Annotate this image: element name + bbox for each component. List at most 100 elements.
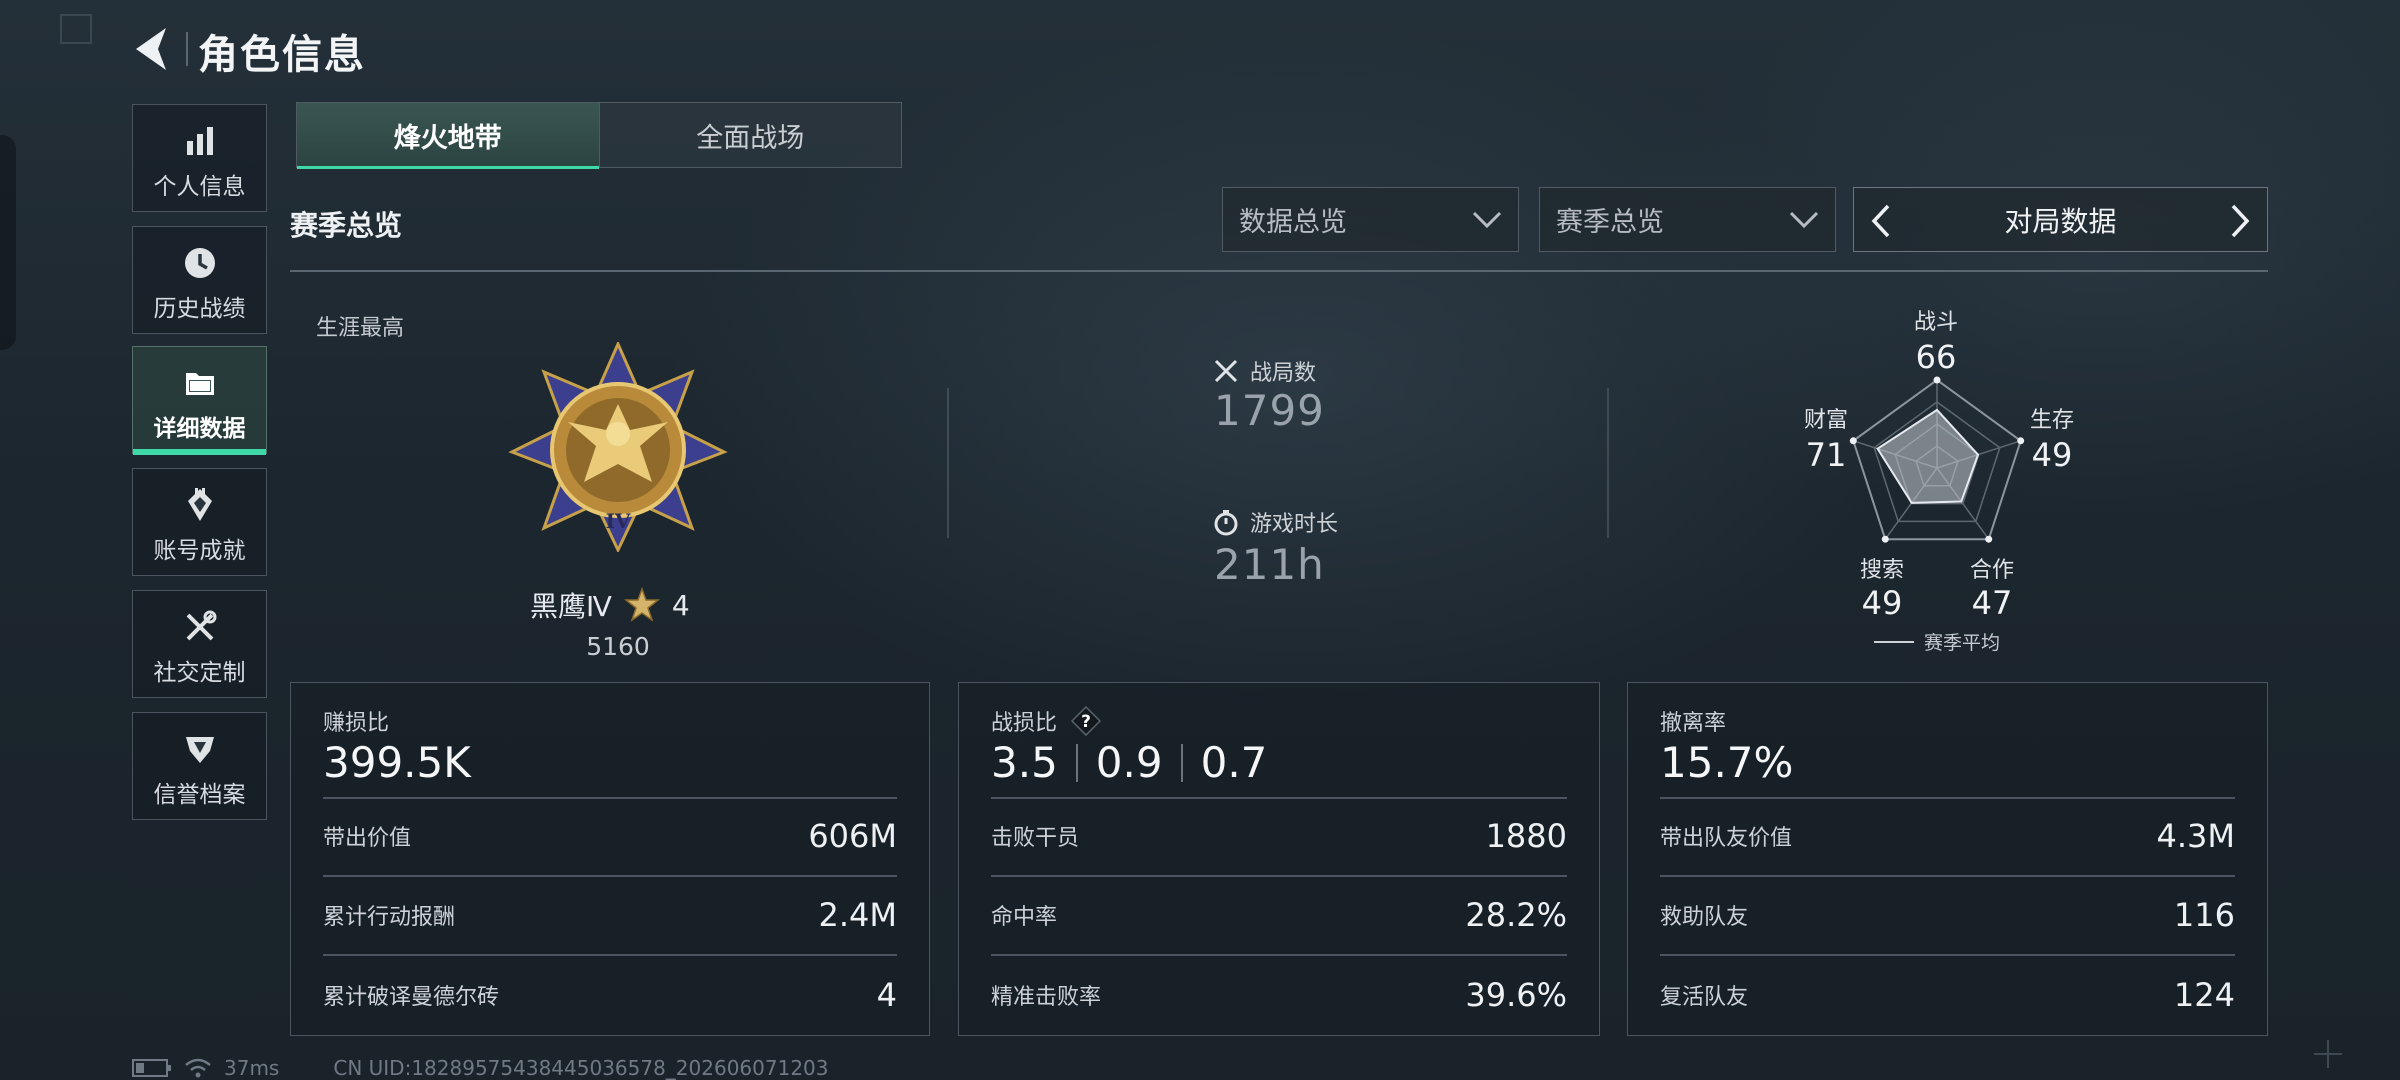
- playtime-label-group: 游戏时长: [1212, 506, 1338, 538]
- panel-divider: [1660, 954, 2235, 956]
- star-icon: [623, 587, 660, 622]
- tab-full-battlefield[interactable]: 全面战场: [598, 103, 901, 167]
- panel-divider: [1660, 797, 2235, 799]
- sidebar-item-label: 详细数据: [153, 416, 246, 442]
- extraction-panel: 撤离率 15.7% 带出队友价值 4.3M 救助队友 116 复活队友 124: [1627, 682, 2268, 1036]
- section-title: 赛季总览: [290, 209, 403, 242]
- wifi-icon: [185, 1058, 211, 1078]
- dropdown-value: 赛季总览: [1556, 207, 1664, 238]
- matches-value: 1799: [1214, 386, 1325, 435]
- combat-title: 战损比 ?: [991, 705, 1102, 737]
- profit-panel: 赚损比 399.5K 带出价值 606M 累计行动报酬 2.4M 累计破译曼德尔…: [290, 682, 930, 1036]
- radar-value-wealth: 71: [1805, 436, 1847, 474]
- radar-label-combat: 战斗: [1913, 310, 1958, 335]
- matches-label: 战局数: [1250, 361, 1317, 386]
- season-dropdown[interactable]: 赛季总览: [1539, 187, 1836, 252]
- sidebar-item-achievements[interactable]: 账号成就: [132, 468, 267, 576]
- extraction-rate-value: 15.7%: [1660, 738, 1794, 787]
- chevron-left-icon[interactable]: [1866, 202, 1896, 240]
- rank-row: 黑鹰Ⅳ 4: [530, 587, 710, 623]
- section-divider: [290, 270, 2268, 272]
- combat-panel: 战损比 ? 3.5 0.9 0.7 击败干员 1880 命中率 28.2% 精准击败…: [958, 682, 1600, 1036]
- plus-icon: [2314, 1040, 2342, 1068]
- folder-icon: [185, 373, 214, 395]
- stat-row: 累计破译曼德尔砖 4: [323, 976, 897, 1014]
- sidebar-item-label: 历史战绩: [153, 296, 246, 322]
- legend-label: 赛季平均: [1924, 632, 2001, 654]
- stat-row: 命中率 28.2%: [991, 896, 1567, 934]
- profit-title: 赚损比: [323, 711, 390, 736]
- chevron-down-icon: [1472, 211, 1502, 229]
- radar-legend: 赛季平均: [1874, 628, 2000, 655]
- help-icon[interactable]: ?: [1071, 706, 1102, 736]
- column-divider: [1607, 388, 1609, 538]
- panel-divider: [323, 797, 897, 799]
- radar-label-wealth: 财富: [1803, 408, 1848, 433]
- rank-medal-icon: IV: [508, 342, 728, 552]
- edge-notch: [0, 135, 16, 350]
- stat-row: 救助队友 116: [1660, 896, 2235, 934]
- sidebar-item-label: 个人信息: [153, 174, 246, 200]
- stat-row: 累计行动报酬 2.4M: [323, 896, 897, 934]
- sidebar-item-profile[interactable]: 个人信息: [132, 104, 267, 212]
- sidebar-item-detailed-data[interactable]: 详细数据: [132, 346, 267, 455]
- stat-category-selector: 对局数据: [1853, 187, 2268, 252]
- dropdown-value: 数据总览: [1239, 207, 1347, 238]
- stopwatch-icon: [1214, 510, 1238, 536]
- page-title: 角色信息: [198, 32, 366, 78]
- ping-value: 37ms: [224, 1056, 280, 1080]
- combat-ratio-values: 3.5 0.9 0.7: [991, 738, 1268, 787]
- clock-icon: [184, 248, 215, 278]
- radar-vertex-point: [1881, 535, 1889, 543]
- stat-row: 带出价值 606M: [323, 817, 897, 855]
- playtime-label: 游戏时长: [1250, 512, 1339, 537]
- extraction-title: 撤离率: [1660, 711, 1727, 736]
- rank-stars: 4: [671, 588, 690, 622]
- status-footer: 37ms CN UID:18289575438445036578_2026060…: [132, 1056, 829, 1080]
- rank-points: 5160: [586, 632, 650, 661]
- stat-row: 精准击败率 39.6%: [991, 976, 1567, 1014]
- panel-divider: [1660, 875, 2235, 877]
- career-best-label: 生涯最高: [316, 316, 405, 341]
- sidebar-item-label: 信誉档案: [153, 782, 246, 808]
- crossed-swords-icon: [1214, 359, 1238, 383]
- svg-text:?: ?: [1081, 712, 1091, 732]
- profit-ratio-value: 399.5K: [323, 738, 471, 787]
- stat-row: 带出队友价值 4.3M: [1660, 817, 2235, 855]
- header-divider: [186, 32, 188, 66]
- data-type-dropdown[interactable]: 数据总览: [1222, 187, 1519, 252]
- back-button[interactable]: [128, 22, 178, 76]
- stat-row: 击败干员 1880: [991, 817, 1567, 855]
- sidebar-item-label: 社交定制: [153, 660, 246, 686]
- active-indicator: [133, 449, 266, 455]
- radar-value-survival: 49: [2031, 436, 2073, 474]
- sidebar-item-social[interactable]: 社交定制: [132, 590, 267, 698]
- radar-value-search: 49: [1861, 584, 1903, 622]
- uid-text: CN UID:18289575438445036578_202606071203: [333, 1056, 829, 1080]
- selector-label: 对局数据: [2004, 204, 2117, 238]
- svg-text:IV: IV: [606, 509, 631, 533]
- radar-label-cooperation: 合作: [1969, 558, 2014, 583]
- legend-line: [1874, 640, 1914, 643]
- chevron-down-icon: [1789, 211, 1819, 229]
- bar-chart-icon: [186, 127, 213, 155]
- sidebar-item-reputation[interactable]: 信誉档案: [132, 712, 267, 820]
- radar-vertex-point: [1933, 376, 1941, 384]
- radar-label-survival: 生存: [2029, 408, 2074, 433]
- panel-divider: [323, 875, 897, 877]
- tools-icon: [186, 610, 216, 641]
- battery-icon: [132, 1059, 171, 1077]
- column-divider: [947, 388, 949, 538]
- panel-divider: [991, 954, 1567, 956]
- rank-name: 黑鹰Ⅳ: [530, 590, 612, 623]
- chevron-right-icon[interactable]: [2225, 202, 2255, 240]
- radar-value-cooperation: 47: [1971, 584, 2013, 622]
- radar-value-area: [1876, 408, 1980, 504]
- mode-tab-bar: 烽火地带 全面战场: [296, 102, 902, 169]
- panel-divider: [991, 797, 1567, 799]
- tab-firezone[interactable]: 烽火地带: [297, 103, 599, 169]
- sidebar-item-history[interactable]: 历史战绩: [132, 226, 267, 334]
- corner-marker: [60, 14, 92, 44]
- matches-label-group: 战局数: [1212, 355, 1316, 387]
- stat-row: 复活队友 124: [1660, 976, 2235, 1014]
